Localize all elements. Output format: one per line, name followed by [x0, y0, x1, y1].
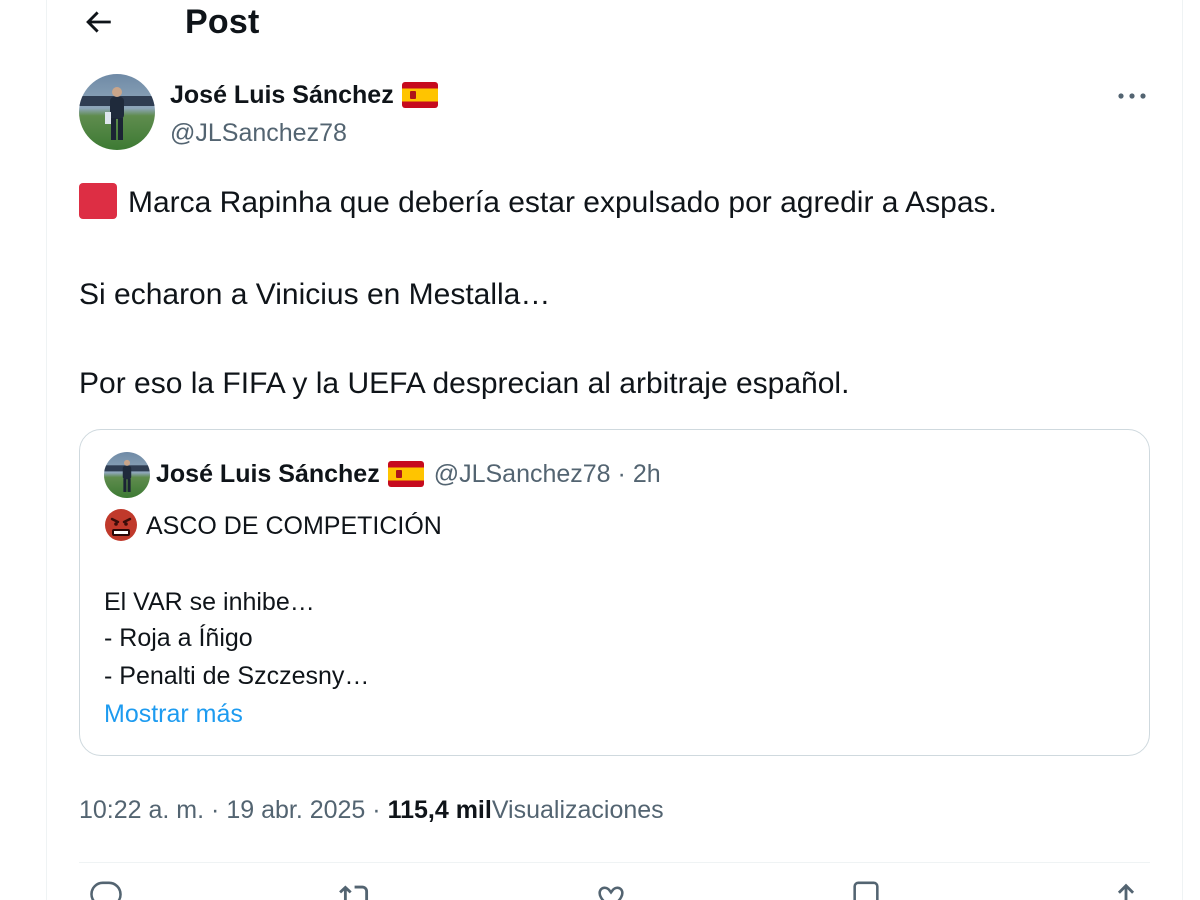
like-button[interactable]: [594, 880, 628, 900]
post-meta-row: 10:22 a. m. · 19 abr. 2025 · 115,4 milVi…: [79, 793, 664, 827]
heart-icon: [598, 886, 624, 900]
reply-icon: [90, 881, 122, 900]
quoted-text-line-2: El VAR se inhibe…: [104, 588, 315, 616]
post-text-line-1: Marca Rapinha que debería estar expulsad…: [79, 183, 997, 222]
header: Post: [0, 0, 1200, 48]
quoted-text-line-1: ASCO DE COMPETICIÓN: [104, 508, 442, 542]
reply-button[interactable]: [89, 880, 123, 900]
post-text-line-3: Por eso la FIFA y la UEFA desprecian al …: [79, 367, 850, 400]
author-handle[interactable]: @JLSanchez78: [170, 118, 347, 148]
action-bar: [79, 880, 1150, 900]
quoted-post-card[interactable]: José Luis Sánchez @JLSanchez78 · 2h ASCO…: [79, 429, 1150, 756]
more-options-button[interactable]: [1112, 82, 1152, 110]
arrow-left-icon: [86, 11, 111, 33]
quoted-text-line-3: - Roja a Íñigo: [104, 624, 253, 652]
quoted-author-name: José Luis Sánchez: [156, 460, 380, 488]
red-square-icon: [79, 183, 117, 219]
post-page: Post José Luis Sánchez @JLSanchez78 Marc…: [0, 0, 1200, 900]
quoted-time: 2h: [632, 460, 661, 488]
column-border-left: [46, 0, 47, 900]
avatar-image: [104, 452, 150, 498]
post-text-line-2: Si echaron a Vinicius en Mestalla…: [79, 278, 551, 311]
column-border-right: [1182, 0, 1183, 900]
share-icon: [1117, 883, 1135, 900]
meta-separator: ·: [372, 796, 381, 824]
author-avatar[interactable]: [79, 74, 155, 150]
quoted-meta: @JLSanchez78 · 2h: [434, 459, 661, 489]
quoted-text-line-4: - Penalti de Szczesny…: [104, 662, 370, 690]
post-text-1: Marca Rapinha que debería estar expulsad…: [128, 186, 997, 219]
repost-icon: [339, 885, 369, 900]
show-more-link[interactable]: Mostrar más: [104, 698, 243, 730]
divider: [79, 862, 1150, 863]
angry-face-icon: [105, 509, 137, 541]
bookmark-button[interactable]: [849, 880, 883, 900]
views-count: 115,4 mil: [387, 796, 492, 824]
views-label: Visualizaciones: [491, 796, 664, 824]
meta-separator: ·: [617, 460, 626, 488]
quoted-text-1: ASCO DE COMPETICIÓN: [146, 512, 442, 540]
share-button[interactable]: [1109, 880, 1143, 900]
meta-separator: ·: [211, 796, 220, 824]
page-title: Post: [185, 3, 260, 41]
spain-flag-icon: [401, 82, 438, 108]
author-name[interactable]: José Luis Sánchez: [170, 80, 394, 110]
quoted-author-row: José Luis Sánchez @JLSanchez78 · 2h: [156, 459, 661, 489]
post-date[interactable]: 19 abr. 2025: [226, 796, 365, 824]
post-time[interactable]: 10:22 a. m.: [79, 796, 204, 824]
avatar-image: [79, 74, 155, 150]
quoted-author-handle: @JLSanchez78: [433, 460, 611, 488]
quoted-author-avatar: [104, 452, 150, 498]
back-button[interactable]: [78, 2, 118, 42]
repost-button[interactable]: [339, 880, 373, 900]
more-horizontal-icon: [1118, 93, 1146, 99]
author-name-row[interactable]: José Luis Sánchez: [170, 80, 438, 110]
spain-flag-icon: [387, 461, 424, 487]
bookmark-icon: [853, 881, 879, 900]
